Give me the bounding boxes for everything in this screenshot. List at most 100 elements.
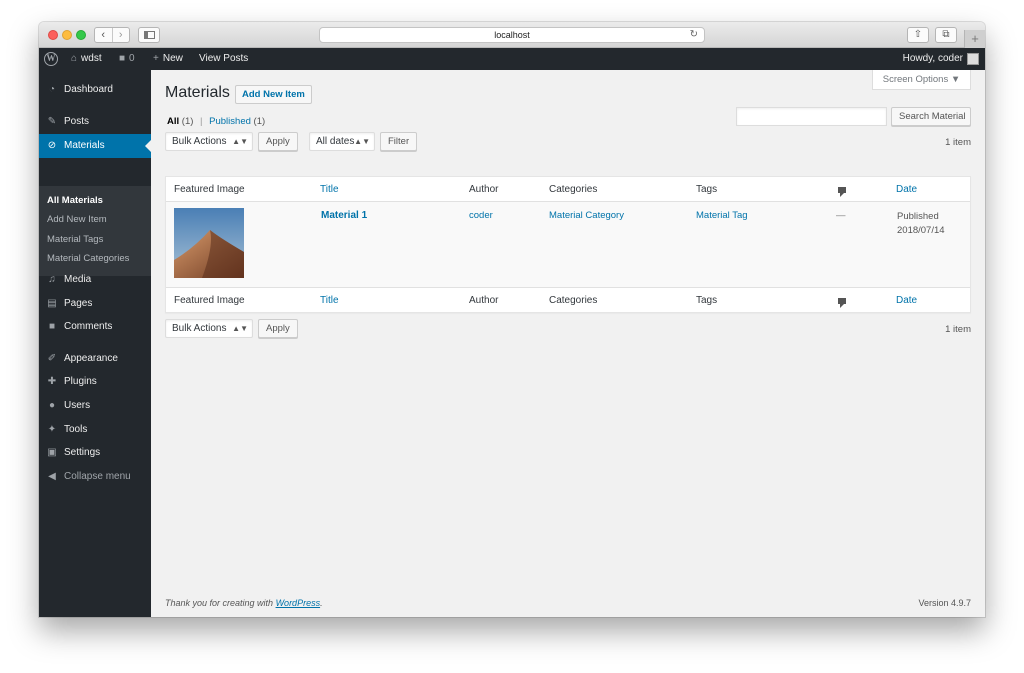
dates-select[interactable]: All dates ▲▼ [309, 132, 375, 151]
row-category-link[interactable]: Material Category [549, 210, 624, 221]
show-tabs-button[interactable]: ⧉ [935, 27, 957, 43]
menu-item-label: Users [64, 400, 91, 411]
search-input[interactable] [736, 107, 887, 126]
wordpress-link[interactable]: WordPress [276, 598, 321, 608]
menu-collapse-button[interactable]: ◀ Collapse menu [39, 465, 151, 489]
menu-item-label: Posts [64, 116, 90, 127]
row-title-link[interactable]: Material 1 [321, 210, 367, 221]
apply-button-bottom[interactable]: Apply [258, 319, 298, 338]
menu-item-comments[interactable]: ■ Comments [39, 315, 151, 339]
bulk-actions-value: Bulk Actions [172, 136, 227, 147]
menu-item-label: Dashboard [64, 84, 113, 95]
materials-table: Featured Image Title Author Categories T… [165, 176, 971, 313]
menu-item-label: Comments [64, 321, 113, 332]
close-window-button[interactable] [48, 30, 58, 40]
admin-bar-comments[interactable]: ■ 0 [119, 48, 135, 70]
zoom-window-button[interactable] [76, 30, 86, 40]
column-tags: Tags [696, 295, 718, 306]
admin-bar-new[interactable]: + New [153, 48, 183, 70]
filter-published-link[interactable]: Published [209, 116, 251, 127]
back-icon[interactable]: ‹ [95, 28, 113, 42]
select-arrows-icon: ▲▼ [232, 324, 248, 333]
table-row: Material 1 coder Material Category Mater… [166, 202, 970, 287]
apply-button-top[interactable]: Apply [258, 132, 298, 151]
minimize-window-button[interactable] [62, 30, 72, 40]
sidebar-icon [144, 31, 155, 39]
avatar[interactable] [967, 53, 979, 65]
row-date: Published 2018/07/14 [897, 210, 945, 238]
filter-published-count: (1) [253, 116, 266, 127]
select-arrows-icon: ▲▼ [232, 137, 248, 146]
status-filter-links: All (1) | Published (1) [167, 116, 265, 127]
submenu-add-new-item[interactable]: Add New Item [47, 214, 107, 225]
table-footer: Featured Image Title Author Categories T… [166, 287, 970, 312]
column-date-sort[interactable]: Date [896, 288, 917, 313]
column-comments [838, 288, 846, 313]
menu-item-label: Tools [64, 424, 88, 435]
column-author: Author [469, 295, 499, 306]
column-date-sort[interactable]: Date [896, 177, 917, 202]
settings-icon: ▣ [47, 447, 57, 458]
menu-item-appearance[interactable]: ✐ Appearance [39, 347, 151, 371]
footer-thanks-text: Thank you for creating with [165, 598, 276, 608]
bulk-actions-select-top[interactable]: Bulk Actions ▲▼ [165, 132, 253, 151]
submenu-all-materials[interactable]: All Materials [47, 195, 103, 206]
featured-image-thumbnail[interactable] [174, 208, 244, 278]
wordpress-logo-icon[interactable]: W [44, 52, 58, 66]
submenu-material-tags[interactable]: Material Tags [47, 234, 103, 245]
menu-item-materials[interactable]: ⊘ Materials [39, 134, 151, 158]
new-label: New [162, 53, 183, 64]
row-date-status: Published [897, 211, 939, 222]
search-material-button[interactable]: Search Material [891, 107, 971, 126]
admin-menu: ◔ Dashboard ✎ Posts ⊘ Materials All Materia… [39, 70, 151, 617]
collapse-icon: ◀ [48, 471, 56, 482]
home-icon: ⌂ [71, 53, 78, 64]
menu-item-label: Appearance [64, 353, 118, 364]
column-title-sort[interactable]: Title [320, 177, 339, 202]
site-name: wdst [81, 53, 102, 64]
plus-icon: + [153, 53, 159, 64]
menu-item-pages[interactable]: ▤ Pages [39, 292, 151, 316]
footer-version: Version 4.9.7 [918, 598, 971, 608]
column-categories: Categories [549, 184, 598, 195]
plus-icon: + [971, 31, 979, 46]
new-tab-button[interactable]: + [964, 30, 985, 48]
column-author: Author [469, 184, 499, 195]
menu-item-media[interactable]: ♫ Media [39, 268, 151, 292]
submenu-material-categories[interactable]: Material Categories [47, 253, 129, 264]
main-content: Screen Options ▼ Materials Add New Item … [151, 70, 985, 617]
desert-dune-image [174, 208, 244, 278]
menu-item-settings[interactable]: ▣ Settings [39, 441, 151, 465]
column-categories: Categories [549, 295, 598, 306]
reload-icon[interactable]: ↻ [690, 28, 698, 42]
filter-all-link[interactable]: All [167, 116, 179, 127]
comment-icon: ■ [48, 321, 56, 332]
filter-button[interactable]: Filter [380, 132, 418, 151]
menu-item-posts[interactable]: ✎ Posts [39, 110, 151, 134]
sidebar-toggle-button[interactable] [138, 27, 160, 43]
forward-icon[interactable]: › [113, 28, 130, 42]
column-title-sort[interactable]: Title [320, 288, 339, 313]
menu-item-tools[interactable]: ✦ Tools [39, 418, 151, 442]
row-author-link[interactable]: coder [469, 210, 493, 221]
screen-options-button[interactable]: Screen Options ▼ [872, 70, 971, 90]
share-button[interactable]: ⇧ [907, 27, 929, 43]
page-title: Materials [165, 84, 230, 101]
menu-item-dashboard[interactable]: ◔ Dashboard [39, 78, 151, 102]
bulk-actions-select-bottom[interactable]: Bulk Actions ▲▼ [165, 319, 253, 338]
menu-item-users[interactable]: ● Users [39, 394, 151, 418]
item-count-top: 1 item [945, 137, 971, 148]
plug-icon: ✚ [47, 376, 57, 387]
address-bar[interactable]: localhost ↻ [319, 27, 705, 43]
row-tag-link[interactable]: Material Tag [696, 210, 748, 221]
add-new-item-button[interactable]: Add New Item [235, 85, 312, 104]
comment-icon [838, 298, 846, 308]
admin-bar-view-posts[interactable]: View Posts [199, 48, 248, 70]
comment-bubble-icon: ■ [119, 53, 126, 64]
filter-separator: | [200, 116, 203, 127]
admin-bar-howdy[interactable]: Howdy, coder [903, 48, 963, 70]
menu-item-plugins[interactable]: ✚ Plugins [39, 370, 151, 394]
menu-item-label: Collapse menu [64, 471, 131, 482]
brush-icon: ✐ [47, 353, 57, 364]
admin-bar-site[interactable]: ⌂ wdst [71, 48, 102, 70]
